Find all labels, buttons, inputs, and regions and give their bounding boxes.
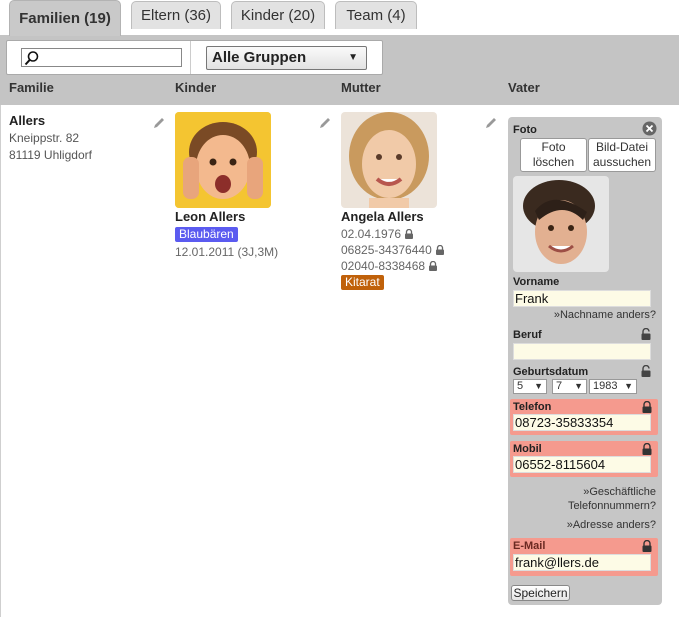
lock-icon[interactable] bbox=[641, 443, 653, 455]
dropdown-arrow-icon: ▼ bbox=[574, 381, 583, 391]
close-icon[interactable] bbox=[642, 121, 657, 136]
job-label: Beruf bbox=[513, 329, 542, 341]
family-list-page: Familien (19) Eltern (36) Kinder (20) Te… bbox=[0, 0, 679, 617]
firstname-label: Vorname bbox=[513, 276, 560, 288]
phone-field-group: Telefon 08723-35833354 bbox=[510, 399, 658, 435]
mother-phone1-row: 06825-34376440 bbox=[341, 243, 445, 257]
column-header-mutter: Mutter bbox=[341, 80, 381, 95]
choose-photo-file-button[interactable]: Bild-Datei aussuchen bbox=[588, 138, 656, 172]
father-photo bbox=[513, 176, 609, 272]
phone-label: Telefon bbox=[513, 401, 552, 413]
child-photo bbox=[175, 112, 271, 208]
mother-photo bbox=[341, 112, 437, 208]
tab-eltern[interactable]: Eltern (36) bbox=[131, 1, 221, 29]
group-select-value: Alle Gruppen bbox=[212, 49, 307, 66]
child-birth: 12.01.2011 (3J,3M) bbox=[175, 245, 279, 259]
lock-icon[interactable] bbox=[641, 540, 653, 552]
father-portrait-image bbox=[513, 176, 609, 272]
email-input[interactable]: frank@llers.de bbox=[513, 554, 651, 571]
family-street: Kneippstr. 82 bbox=[9, 131, 80, 145]
address-different-link[interactable]: »Adresse anders? bbox=[567, 519, 656, 531]
mother-phone1: 06825-34376440 bbox=[341, 243, 432, 257]
group-select[interactable]: Alle Gruppen ▼ bbox=[206, 46, 367, 70]
mother-portrait-image bbox=[341, 112, 437, 208]
lastname-different-link[interactable]: »Nachname anders? bbox=[554, 309, 656, 321]
child-portrait-image bbox=[175, 112, 271, 208]
column-header-vater: Vater bbox=[508, 80, 540, 95]
mobile-field-group: Mobil 06552-8115604 bbox=[510, 441, 658, 477]
tab-label: Familien (19) bbox=[19, 10, 111, 27]
unlock-icon[interactable] bbox=[640, 365, 652, 377]
column-header-familie: Familie bbox=[9, 80, 54, 95]
lock-icon bbox=[435, 245, 444, 255]
mother-tag: Kitarat bbox=[341, 275, 384, 290]
row-border bbox=[0, 105, 1, 617]
mother-birthdate-row: 02.04.1976 bbox=[341, 227, 414, 241]
mother-name: Angela Allers bbox=[341, 209, 424, 224]
search-icon bbox=[24, 51, 39, 66]
job-input[interactable] bbox=[513, 343, 651, 360]
email-field-group: E-Mail frank@llers.de bbox=[510, 538, 658, 576]
birth-day-value: 5 bbox=[517, 380, 524, 392]
phone-input[interactable]: 08723-35833354 bbox=[513, 414, 651, 431]
birth-month-value: 7 bbox=[556, 380, 563, 392]
lock-icon bbox=[429, 261, 438, 271]
tab-label: Eltern (36) bbox=[140, 7, 212, 24]
unlock-icon[interactable] bbox=[640, 328, 652, 340]
edit-mother-pencil-icon[interactable] bbox=[484, 116, 498, 130]
firstname-input[interactable]: Frank bbox=[513, 290, 651, 307]
edit-family-pencil-icon[interactable] bbox=[152, 116, 166, 130]
column-header-kinder: Kinder bbox=[175, 80, 217, 95]
delete-photo-button[interactable]: Foto löschen bbox=[520, 138, 587, 172]
lock-icon[interactable] bbox=[641, 401, 653, 413]
tab-familien[interactable]: Familien (19) bbox=[9, 0, 121, 36]
edit-child-pencil-icon[interactable] bbox=[318, 116, 332, 130]
family-city: 81119 Uhligdorf bbox=[9, 148, 92, 162]
mother-phone2: 02040-8338468 bbox=[341, 259, 426, 273]
father-edit-panel: Foto Foto löschen Bild-Datei aussuchen V… bbox=[508, 117, 662, 605]
mother-birthdate: 02.04.1976 bbox=[341, 227, 402, 241]
family-name: Allers bbox=[9, 113, 46, 128]
mobile-input[interactable]: 06552-8115604 bbox=[513, 456, 651, 473]
email-label: E-Mail bbox=[513, 540, 546, 552]
child-name: Leon Allers bbox=[175, 209, 246, 224]
child-group-tag: Blaubären bbox=[175, 227, 238, 242]
tab-kinder[interactable]: Kinder (20) bbox=[231, 1, 325, 29]
filter-divider bbox=[190, 41, 191, 74]
save-button[interactable]: Speichern bbox=[511, 585, 570, 601]
lock-icon bbox=[405, 229, 414, 239]
foto-label: Foto bbox=[513, 124, 537, 136]
tab-team[interactable]: Team (4) bbox=[335, 1, 417, 29]
dropdown-arrow-icon: ▼ bbox=[624, 381, 633, 391]
mother-phone2-row: 02040-8338468 bbox=[341, 259, 438, 273]
business-phones-link[interactable]: »Geschäftliche Telefonnummern? bbox=[556, 485, 656, 513]
birth-day-select[interactable]: 5 ▼ bbox=[513, 379, 547, 394]
birth-year-value: 1983 bbox=[593, 380, 618, 392]
tab-label: Kinder (20) bbox=[240, 7, 316, 24]
mobile-label: Mobil bbox=[513, 443, 542, 455]
tab-label: Team (4) bbox=[346, 7, 406, 24]
birth-year-select[interactable]: 1983 ▼ bbox=[589, 379, 637, 394]
search-input[interactable] bbox=[21, 48, 182, 67]
dropdown-arrow-icon: ▼ bbox=[348, 52, 358, 63]
birthdate-label: Geburtsdatum bbox=[513, 366, 589, 378]
dropdown-arrow-icon: ▼ bbox=[534, 381, 543, 391]
birth-month-select[interactable]: 7 ▼ bbox=[552, 379, 587, 394]
filter-bar: Alle Gruppen ▼ bbox=[6, 40, 383, 75]
